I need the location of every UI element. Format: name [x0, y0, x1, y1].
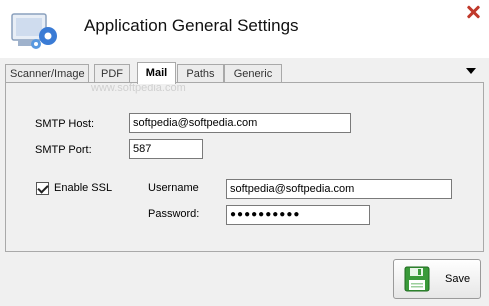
settings-computer-icon [11, 13, 57, 49]
tab-generic[interactable]: Generic [224, 64, 282, 82]
password-label: Password: [148, 208, 200, 220]
smtp-host-input[interactable] [129, 113, 351, 133]
smtp-port-input[interactable] [129, 139, 203, 159]
mail-settings-panel: www.softpedia.com SMTP Host: SMTP Port: … [5, 82, 484, 252]
header: Application General Settings [0, 0, 489, 58]
save-button[interactable]: Save [393, 259, 481, 299]
password-input[interactable]: ●●●●●●●●●● [226, 205, 370, 225]
enable-ssl-checkbox[interactable] [36, 182, 49, 195]
floppy-disk-icon [404, 266, 430, 292]
window-title: Application General Settings [84, 16, 299, 35]
tab-scanner-image[interactable]: Scanner/Image [5, 64, 89, 82]
username-input[interactable] [226, 179, 452, 199]
username-label: Username [148, 182, 199, 194]
tab-paths[interactable]: Paths [177, 64, 224, 82]
smtp-port-label: SMTP Port: [35, 144, 92, 156]
triangle-down-icon[interactable] [466, 68, 476, 74]
enable-ssl-label: Enable SSL [54, 182, 113, 194]
save-button-label: Save [445, 273, 471, 285]
close-icon[interactable] [465, 4, 481, 20]
tab-pdf[interactable]: PDF [94, 64, 130, 82]
tab-mail[interactable]: Mail [137, 62, 176, 84]
smtp-host-label: SMTP Host: [35, 118, 95, 130]
